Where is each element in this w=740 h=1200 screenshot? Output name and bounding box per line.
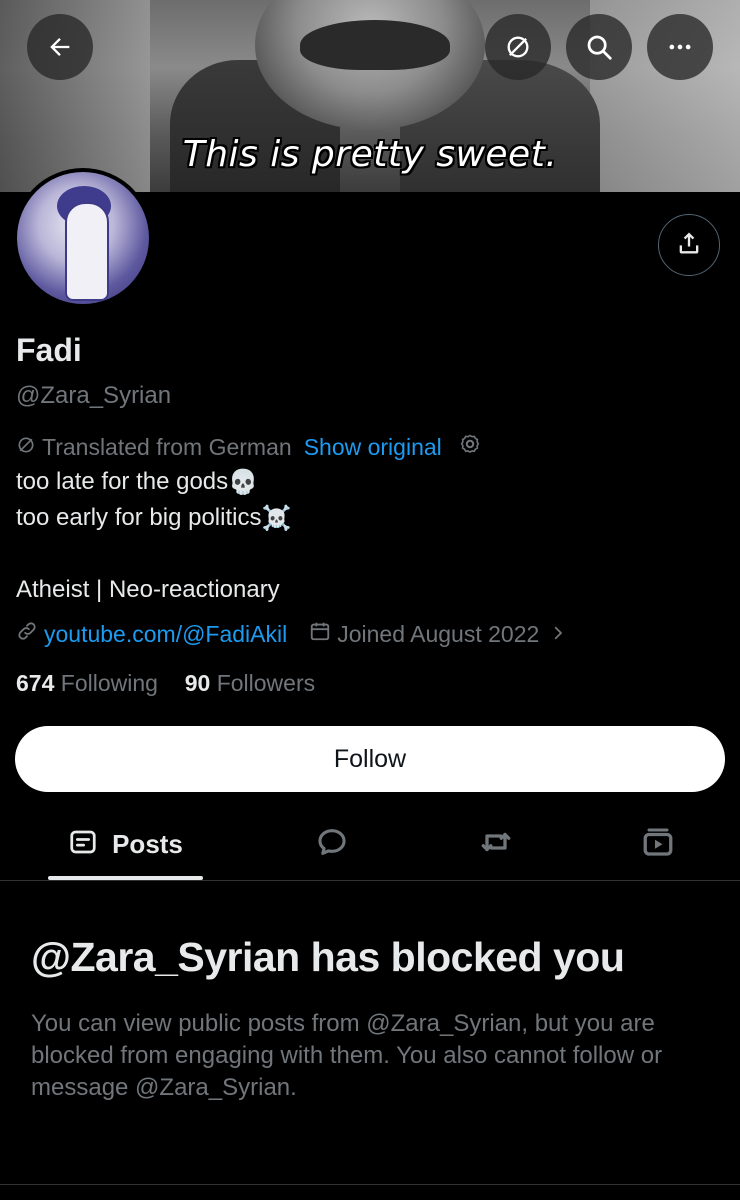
profile-meta: youtube.com/@FadiAkil Joined August 2022 — [16, 620, 567, 648]
active-tab-indicator — [48, 876, 203, 880]
translation-notice: Translated from German Show original — [16, 432, 482, 462]
avatar-image — [17, 172, 149, 304]
blocked-description: You can view public posts from @Zara_Syr… — [31, 1010, 663, 1101]
profile-banner: This is pretty sweet. — [0, 0, 740, 192]
skull-crossbones-emoji: ☠️ — [261, 505, 292, 533]
chevron-right-icon[interactable] — [549, 621, 567, 648]
tab-posts-label: Posts — [112, 828, 183, 859]
bio-line-2-text: too early for big politics — [16, 504, 262, 531]
follow-button[interactable]: Follow — [15, 726, 725, 792]
skull-emoji: 💀 — [228, 469, 259, 497]
bio-line-1: too late for the gods💀 — [16, 468, 258, 497]
back-button[interactable] — [27, 14, 93, 80]
profile-page: This is pretty sweet. Fadi @Zara_Syrian … — [0, 0, 740, 1200]
following-count: 674 — [16, 670, 55, 696]
translate-toggle-button[interactable] — [485, 14, 551, 80]
blocked-title: @Zara_Syrian has blocked you — [31, 934, 625, 980]
search-button[interactable] — [566, 14, 632, 80]
profile-tabs: Posts — [0, 808, 740, 881]
bio-line-2: too early for big politics☠️ — [16, 504, 291, 533]
posts-icon — [68, 827, 98, 862]
bio-line-3: Atheist | Neo-reactionary — [16, 576, 280, 603]
tab-media[interactable] — [626, 808, 690, 880]
joined-date[interactable]: Joined August 2022 — [337, 621, 539, 648]
search-icon — [584, 32, 614, 62]
bottom-divider — [0, 1184, 740, 1185]
repost-icon — [478, 824, 514, 865]
bio-line-1-text: too late for the gods — [16, 468, 229, 495]
banner-caption: This is pretty sweet. — [182, 134, 558, 175]
video-playlist-icon — [640, 824, 676, 865]
arrow-left-icon — [46, 33, 74, 61]
link-icon — [16, 620, 38, 648]
profile-handle: @Zara_Syrian — [16, 382, 172, 409]
followers-label: Followers — [216, 670, 316, 696]
tab-posts[interactable]: Posts — [48, 808, 203, 880]
reply-icon — [315, 825, 349, 864]
profile-name: Fadi — [16, 332, 82, 368]
share-icon — [675, 229, 703, 262]
calendar-icon — [309, 620, 331, 648]
banner-figure-mustache — [300, 20, 450, 70]
following-stat[interactable]: 674 Following — [16, 670, 158, 696]
translate-off-icon — [504, 33, 532, 61]
avatar[interactable] — [13, 168, 153, 308]
profile-website-link[interactable]: youtube.com/@FadiAkil — [44, 621, 287, 648]
show-original-link[interactable]: Show original — [304, 434, 442, 461]
more-options-button[interactable] — [647, 14, 713, 80]
translation-settings-icon[interactable] — [458, 432, 482, 462]
followers-stat[interactable]: 90 Followers — [185, 670, 315, 696]
following-label: Following — [60, 670, 158, 696]
follow-stats: 674 Following 90 Followers — [16, 670, 315, 697]
share-button[interactable] — [658, 214, 720, 276]
translate-off-icon — [16, 434, 36, 461]
tab-replies[interactable] — [300, 808, 364, 880]
tab-reposts[interactable] — [464, 808, 528, 880]
translated-from-label: Translated from German — [42, 433, 292, 460]
followers-count: 90 — [184, 670, 211, 696]
more-horizontal-icon — [666, 33, 694, 61]
